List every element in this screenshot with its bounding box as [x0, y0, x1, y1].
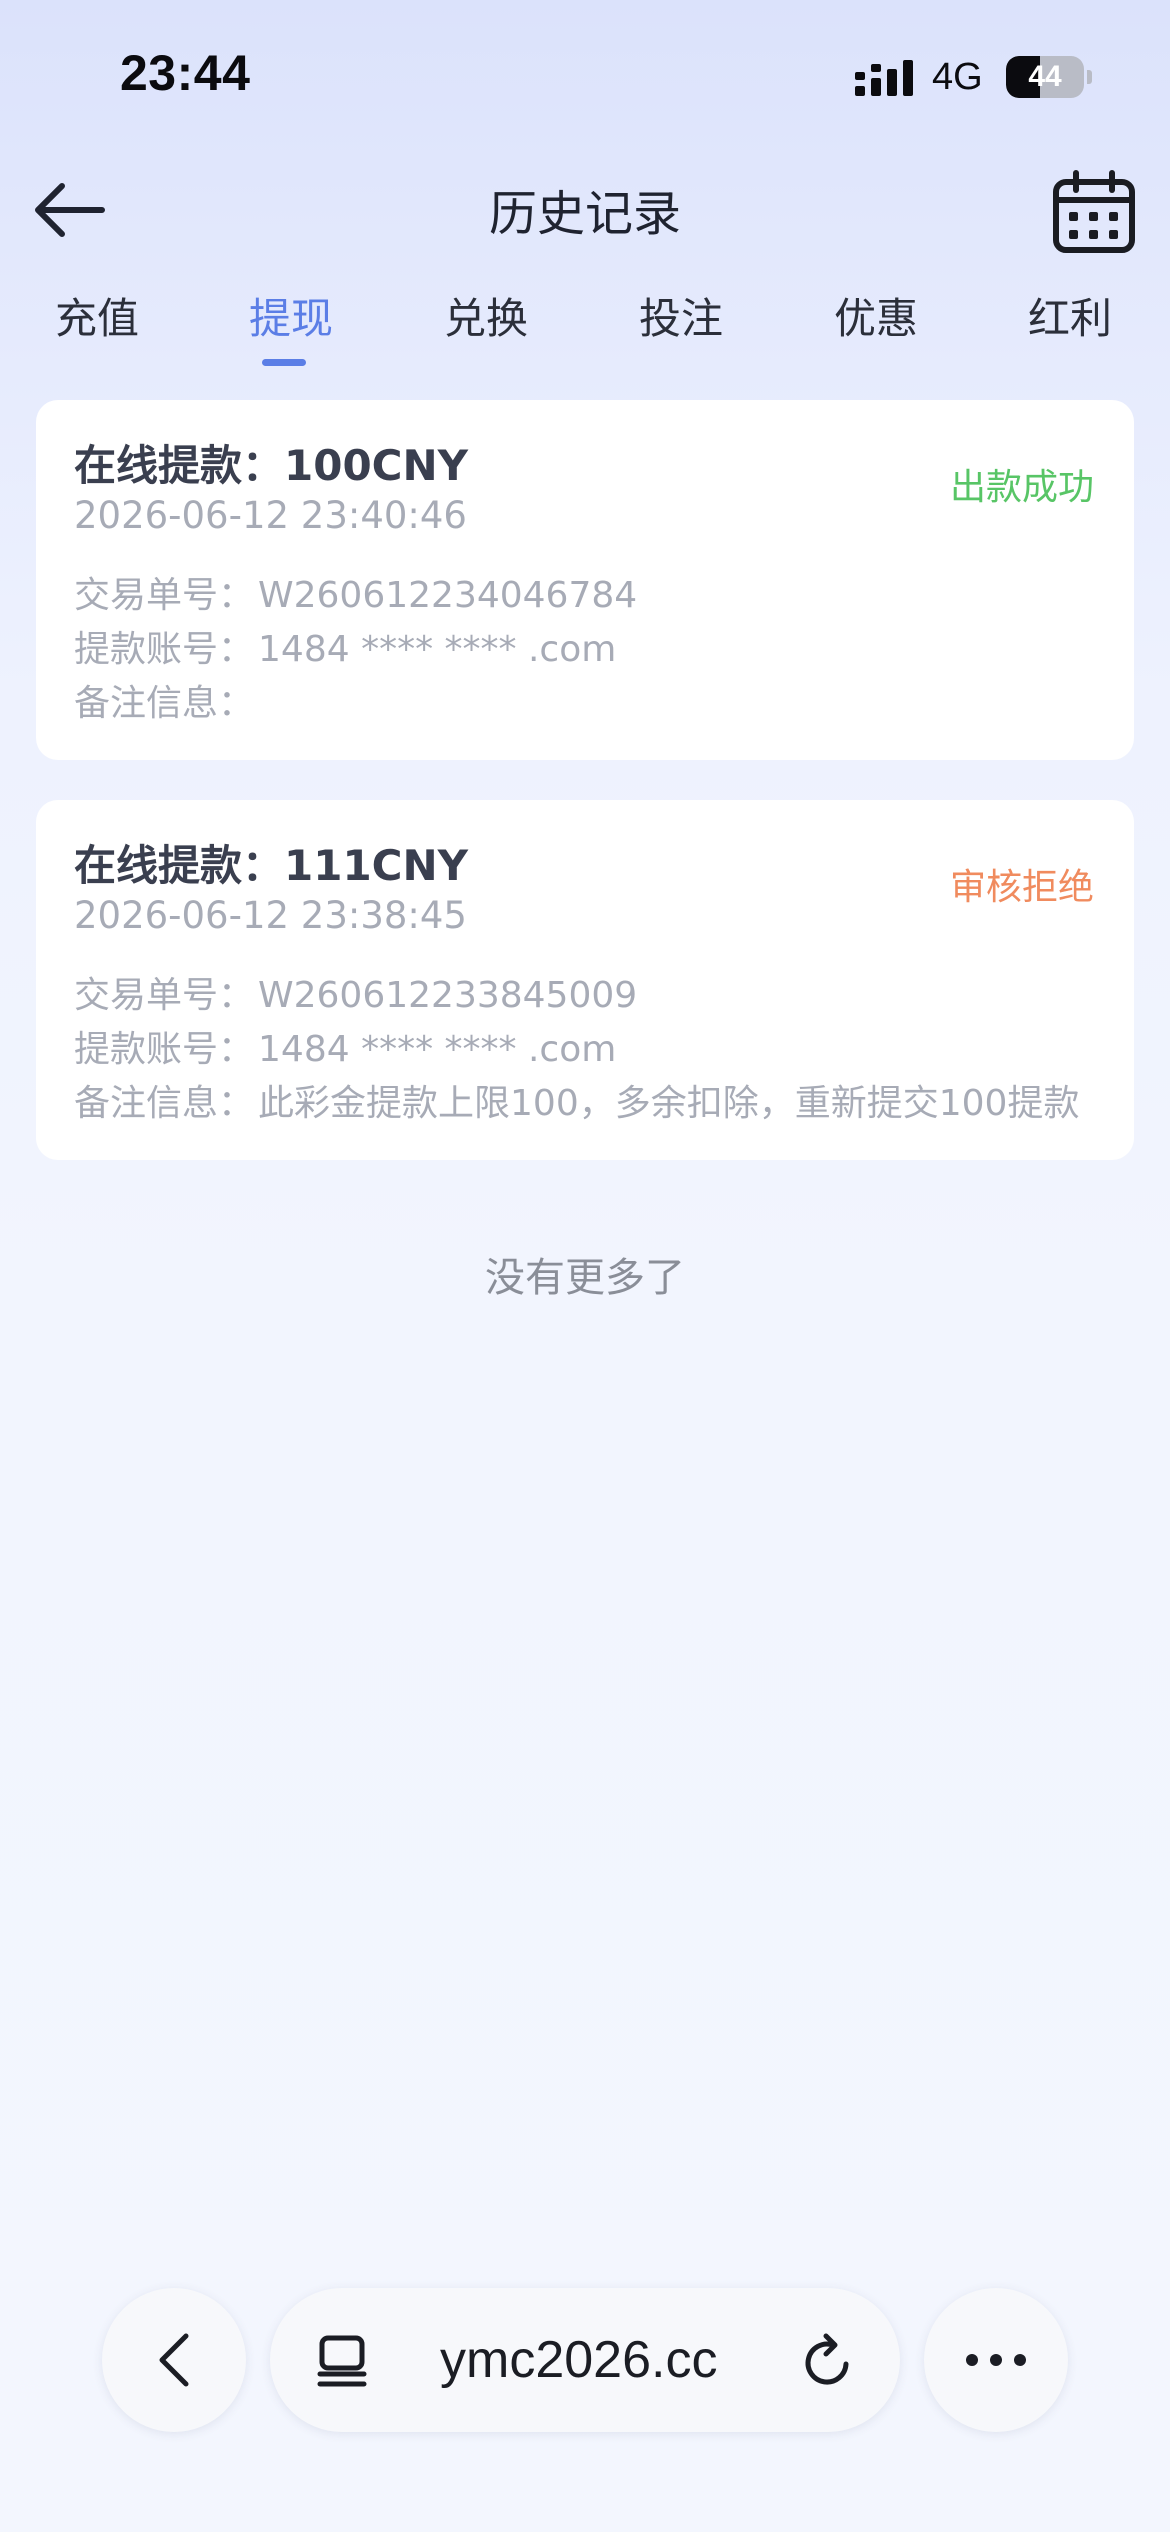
account-label: 提款账号： [74, 1029, 255, 1070]
order-number-value: W260612234046784 [258, 575, 638, 616]
tab-recharge[interactable]: 充值 [32, 285, 162, 346]
order-number-value: W260612233845009 [258, 975, 638, 1016]
account-value: 1484 **** **** .com [258, 629, 617, 670]
page-title: 历史记录 [488, 186, 681, 242]
tab-bar: 充值 提现 兑换 投注 优惠 红利 [0, 285, 1170, 370]
battery-percent: 44 [1028, 60, 1062, 93]
url-text: ymc2026.cc [440, 2331, 718, 2389]
account-row: 提款账号： 1484 **** **** .com [74, 620, 616, 672]
note-row: 备注信息： 此彩金提款上限100，多余扣除，重新提交100提款 [74, 1074, 1079, 1126]
note-label: 备注信息： [74, 1083, 255, 1124]
order-number-label: 交易单号： [74, 575, 255, 616]
more-icon [966, 2354, 1026, 2366]
record-title: 在线提款：100CNY [74, 441, 469, 490]
note-row: 备注信息： [74, 674, 258, 726]
nav-header: 历史记录 [0, 150, 1170, 270]
browser-toolbar: ymc2026.cc [0, 2270, 1170, 2450]
address-bar[interactable]: ymc2026.cc [270, 2288, 900, 2432]
signal-icon [855, 60, 913, 96]
list-end-text: 没有更多了 [485, 1255, 685, 1301]
status-time: 23:44 [120, 45, 251, 101]
back-chevron-icon [159, 2333, 189, 2387]
order-number-row: 交易单号： W260612234046784 [74, 566, 637, 618]
reload-icon[interactable] [800, 2330, 856, 2390]
active-tab-indicator [262, 359, 306, 366]
tab-withdraw[interactable]: 提现 [226, 285, 356, 366]
tab-exchange[interactable]: 兑换 [421, 285, 551, 346]
record-card[interactable]: 在线提款：100CNY 出款成功 2026-06-12 23:40:46 交易单… [36, 400, 1134, 760]
network-type: 4G [932, 56, 983, 98]
note-value: 此彩金提款上限100，多余扣除，重新提交100提款 [258, 1083, 1080, 1124]
tab-bets[interactable]: 投注 [616, 285, 746, 346]
status-badge: 出款成功 [949, 467, 1094, 508]
browser-back-button[interactable] [102, 2288, 246, 2432]
order-number-row: 交易单号： W260612233845009 [74, 966, 637, 1018]
account-value: 1484 **** **** .com [258, 1029, 617, 1070]
record-card[interactable]: 在线提款：111CNY 审核拒绝 2026-06-12 23:38:45 交易单… [36, 800, 1134, 1160]
order-number-label: 交易单号： [74, 975, 255, 1016]
tab-withdraw-label: 提现 [248, 294, 333, 343]
status-badge: 审核拒绝 [949, 867, 1094, 908]
battery-icon: 44 [1006, 56, 1092, 100]
tab-promotions[interactable]: 优惠 [811, 285, 941, 346]
note-label: 备注信息： [74, 683, 255, 724]
tabs-icon[interactable] [316, 2334, 368, 2388]
more-button[interactable] [924, 2288, 1068, 2432]
account-row: 提款账号： 1484 **** **** .com [74, 1020, 616, 1072]
account-label: 提款账号： [74, 629, 255, 670]
record-date: 2026-06-12 23:40:46 [74, 494, 467, 537]
record-date: 2026-06-12 23:38:45 [74, 894, 467, 937]
calendar-icon[interactable] [1052, 170, 1136, 254]
status-bar: 23:44 4G 44 [0, 0, 1170, 150]
tab-bonus[interactable]: 红利 [1005, 285, 1135, 346]
record-title: 在线提款：111CNY [74, 841, 469, 890]
